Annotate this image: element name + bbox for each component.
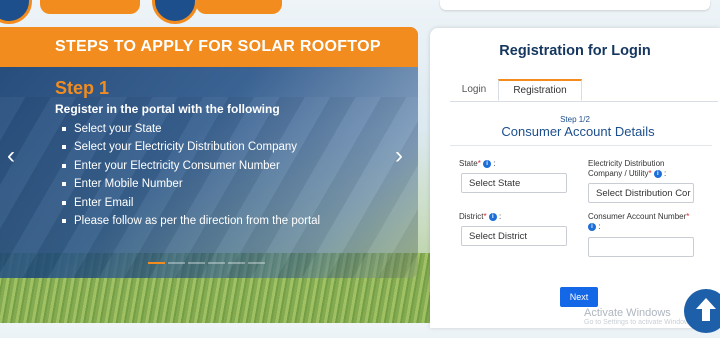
nav-tab[interactable] (196, 0, 282, 14)
distribution-company-select[interactable]: Select Distribution Cor (588, 183, 694, 203)
state-label: State* i : (459, 159, 496, 168)
info-icon[interactable]: i (483, 159, 492, 168)
list-item: Enter Email (60, 194, 320, 212)
carousel-indicator[interactable] (248, 262, 265, 264)
windows-activation-watermark: Activate Windows (584, 307, 671, 319)
carousel-next-icon[interactable]: › (395, 144, 403, 168)
step-indicator: Step 1/2 (560, 115, 590, 124)
arrow-up-icon (696, 298, 716, 321)
required-marker: * (686, 212, 690, 221)
nav-tab[interactable] (40, 0, 140, 14)
steps-carousel: STEPS TO APPLY FOR SOLAR ROOFTOP Step 1 … (0, 27, 418, 278)
list-item: Enter Mobile Number (60, 175, 320, 193)
carousel-indicator[interactable] (168, 262, 185, 264)
consumer-number-input[interactable] (588, 237, 694, 257)
required-marker: * (483, 212, 487, 221)
nav-badge-icon[interactable] (152, 0, 198, 24)
required-marker: * (648, 169, 652, 178)
district-select[interactable]: Select District (461, 226, 567, 246)
required-marker: * (477, 159, 481, 168)
info-icon[interactable]: i (488, 212, 497, 221)
step-subtitle: Register in the portal with the followin… (55, 102, 280, 116)
step-list: Select your State Select your Electricit… (60, 120, 320, 230)
carousel-indicator[interactable] (148, 262, 165, 264)
carousel-indicator[interactable] (188, 262, 205, 264)
tab-login[interactable]: Login (450, 80, 498, 100)
district-label: District* i : (459, 212, 502, 221)
consumer-number-label: Consumer Account Number* i : (588, 212, 690, 231)
step-title: Step 1 (55, 78, 110, 98)
state-select[interactable]: Select State (461, 173, 567, 193)
carousel-indicator[interactable] (208, 262, 225, 264)
section-title: Consumer Account Details (501, 124, 655, 139)
carousel-indicator[interactable] (228, 262, 245, 264)
carousel-prev-icon[interactable]: ‹ (7, 144, 15, 168)
top-input-field[interactable] (440, 0, 710, 10)
tab-registration[interactable]: Registration (498, 79, 582, 101)
top-strip (0, 0, 720, 24)
list-item: Enter your Electricity Consumer Number (60, 157, 320, 175)
list-item: Select your State (60, 120, 320, 138)
carousel-header: STEPS TO APPLY FOR SOLAR ROOFTOP (0, 27, 418, 67)
list-item: Please follow as per the direction from … (60, 212, 320, 230)
divider (450, 145, 712, 146)
card-title: Registration for Login (499, 43, 651, 59)
info-icon[interactable]: i (588, 222, 596, 231)
carousel-title: STEPS TO APPLY FOR SOLAR ROOFTOP (55, 38, 381, 55)
discom-label: Electricity Distribution Company / Utili… (588, 159, 667, 178)
nav-badge-icon[interactable] (0, 0, 32, 24)
login-tabs: Login Registration (450, 79, 718, 102)
scroll-to-top-button[interactable] (684, 289, 720, 333)
next-button[interactable]: Next (560, 287, 598, 307)
info-icon[interactable]: i (653, 169, 662, 178)
registration-card: Registration for Login Login Registratio… (430, 28, 720, 328)
list-item: Select your Electricity Distribution Com… (60, 138, 320, 156)
